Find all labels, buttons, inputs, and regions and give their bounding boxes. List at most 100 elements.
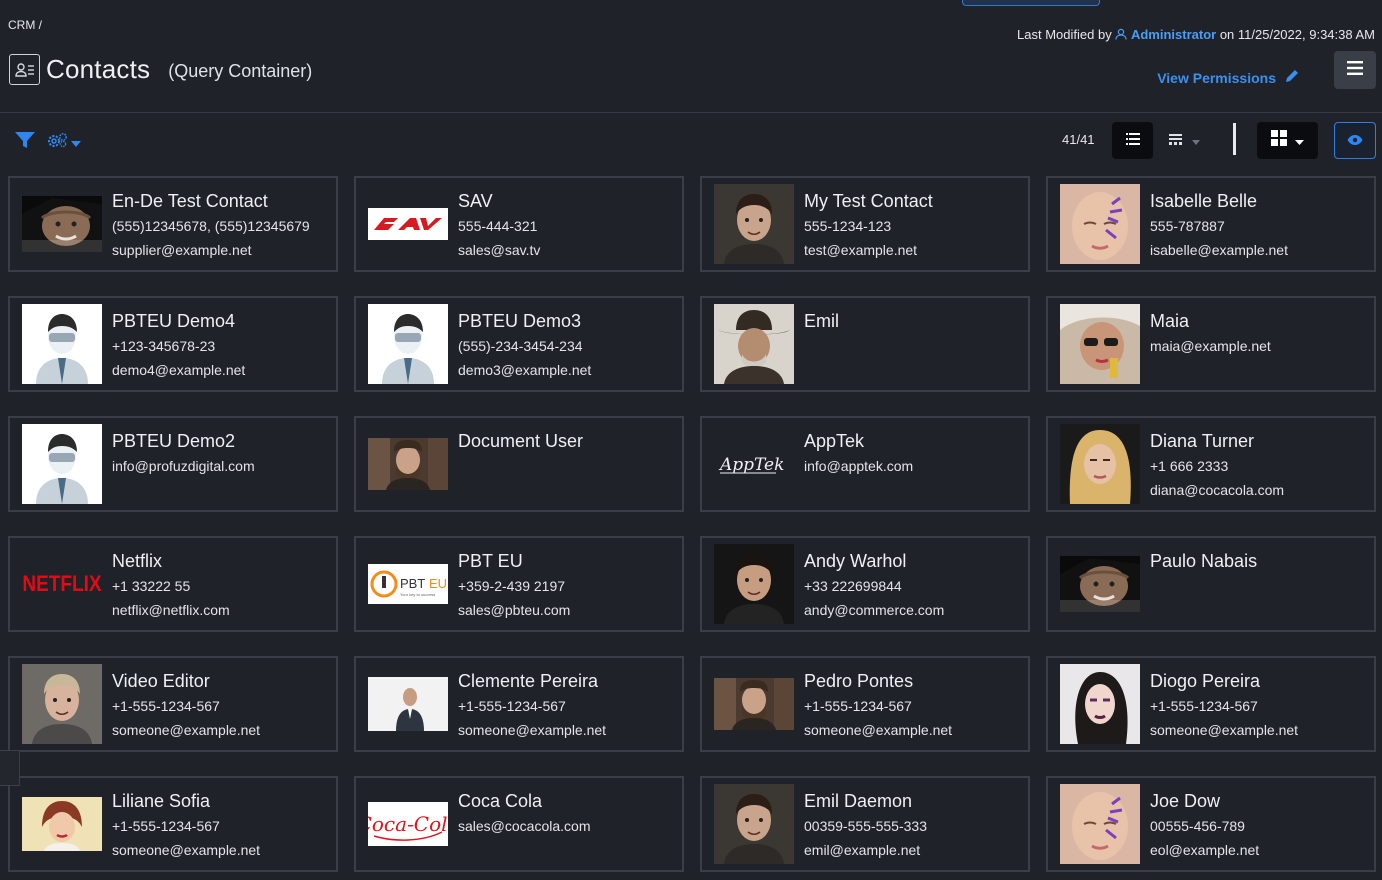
contact-avatar	[714, 664, 794, 744]
contact-avatar: NETFLIX	[22, 544, 102, 624]
settings-dropdown-button[interactable]	[46, 131, 81, 154]
contact-card[interactable]: Diogo Pereira +1-555-1234-567 someone@exam…	[1046, 656, 1376, 752]
hamburger-menu-button[interactable]	[1334, 51, 1376, 89]
gears-icon	[46, 131, 70, 154]
view-permissions-button[interactable]: View Permissions	[1157, 68, 1300, 87]
record-count: 41/41	[1062, 132, 1095, 147]
contact-email: sales@cocacola.com	[458, 818, 591, 834]
contact-info: PBTEU Demo2 info@profuzdigital.com	[112, 424, 255, 478]
user-icon	[1115, 28, 1127, 40]
contact-avatar	[1060, 424, 1140, 504]
last-modified-user-link[interactable]: Administrator	[1131, 27, 1216, 42]
pencil-icon	[1284, 68, 1300, 87]
contact-avatar	[1060, 304, 1140, 384]
contact-card[interactable]: Paulo Nabais	[1046, 536, 1376, 632]
contact-avatar	[22, 184, 102, 264]
contact-card[interactable]: Isabelle Belle 555-787887 isabelle@example…	[1046, 176, 1376, 272]
rows-view-dropdown[interactable]	[1163, 122, 1205, 159]
contact-card[interactable]: AppTek AppTek info@apptek.com	[700, 416, 1030, 512]
contact-email: someone@example.net	[112, 722, 261, 738]
contact-phone: (555)12345678, (555)12345679	[112, 218, 310, 234]
contact-card[interactable]: Diana Turner +1 666 2333 diana@cocacola.co…	[1046, 416, 1376, 512]
contact-email: info@apptek.com	[804, 458, 914, 474]
contact-card[interactable]: Joe Dow 00555-456-789 eol@example.net	[1046, 776, 1376, 872]
contact-avatar	[714, 304, 794, 384]
contact-avatar	[22, 664, 102, 744]
contact-email: someone@example.net	[1150, 722, 1299, 738]
contact-phone: +1 666 2333	[1150, 458, 1229, 474]
visibility-toggle-button[interactable]	[1334, 122, 1376, 159]
contact-name: En-De Test Contact	[112, 191, 268, 211]
contact-avatar	[714, 544, 794, 624]
top-tab-indicator	[962, 0, 1100, 6]
contact-card[interactable]: Video Editor +1-555-1234-567 someone@examp…	[8, 656, 338, 752]
contact-card[interactable]: Pedro Pontes +1-555-1234-567 someone@examp…	[700, 656, 1030, 752]
contact-name: PBTEU Demo3	[458, 311, 582, 331]
contact-card[interactable]: Emil Daemon 00359-555-555-333 emil@example…	[700, 776, 1030, 872]
contact-info: En-De Test Contact (555)12345678, (555)12…	[112, 184, 310, 262]
contact-card[interactable]: SAV 555-444-321 sales@sav.tv	[354, 176, 684, 272]
grid-view-dropdown[interactable]	[1257, 122, 1318, 159]
contact-avatar	[22, 304, 102, 384]
contact-email: andy@commerce.com	[804, 602, 945, 618]
contact-info: SAV 555-444-321 sales@sav.tv	[458, 184, 540, 262]
contact-email: supplier@example.net	[112, 242, 252, 258]
contact-name: Emil	[804, 311, 839, 331]
contact-card[interactable]: PBTEU Demo3 (555)-234-3454-234 demo3@examp…	[354, 296, 684, 392]
contact-card[interactable]: Document User	[354, 416, 684, 512]
grid-icon	[1271, 130, 1287, 151]
contact-phone: 555-444-321	[458, 218, 538, 234]
contact-phone: 555-787887	[1150, 218, 1225, 234]
contact-card[interactable]: Andy Warhol +33 222699844 andy@commerce.co…	[700, 536, 1030, 632]
contact-avatar	[368, 664, 448, 744]
list-view-button[interactable]	[1112, 122, 1153, 159]
contact-card[interactable]: Maia maia@example.net	[1046, 296, 1376, 392]
contact-card[interactable]: Coca-Cola Coca Cola sales@cocacola.com	[354, 776, 684, 872]
contact-card[interactable]: Liliane Sofia +1-555-1234-567 someone@exam…	[8, 776, 338, 872]
table-rows-icon	[1168, 132, 1182, 150]
contact-info: Emil Daemon 00359-555-555-333 emil@example…	[804, 784, 927, 862]
contact-card[interactable]: Emil	[700, 296, 1030, 392]
svg-text:Coca-Cola: Coca-Cola	[368, 812, 448, 836]
contact-name: Liliane Sofia	[112, 791, 211, 811]
contact-phone: +1 33222 55	[112, 578, 191, 594]
contact-card[interactable]: En-De Test Contact (555)12345678, (555)12…	[8, 176, 338, 272]
contact-name: Maia	[1150, 311, 1190, 331]
contact-name: Pedro Pontes	[804, 671, 914, 691]
contact-info: Paulo Nabais	[1150, 544, 1257, 572]
contact-info: PBTEU Demo3 (555)-234-3454-234 demo3@examp…	[458, 304, 591, 382]
toolbar-separator	[1233, 123, 1236, 155]
contact-card[interactable]: PBTEU Demo4 +123-345678-23 demo4@example.n…	[8, 296, 338, 392]
contact-phone: +1-555-1234-567	[112, 818, 220, 834]
svg-text:EU: EU	[429, 576, 447, 591]
contact-avatar: AppTek	[714, 424, 794, 504]
contact-avatar	[368, 424, 448, 504]
contact-info: Pedro Pontes +1-555-1234-567 someone@examp…	[804, 664, 952, 742]
contact-card[interactable]: My Test Contact 555-1234-123 test@example.…	[700, 176, 1030, 272]
filter-button[interactable]	[14, 131, 36, 154]
contact-name: Joe Dow	[1150, 791, 1221, 811]
svg-text:PBT: PBT	[400, 576, 425, 591]
contact-phone: 00359-555-555-333	[804, 818, 927, 834]
contact-info: Liliane Sofia +1-555-1234-567 someone@exam…	[112, 784, 260, 862]
contact-card-icon	[9, 54, 40, 85]
contact-phone: +1-555-1234-567	[112, 698, 220, 714]
contact-card[interactable]: PBT EU Your key to success PBT EU +359-2-…	[354, 536, 684, 632]
contact-email: sales@sav.tv	[458, 242, 541, 258]
contact-name: Coca Cola	[458, 791, 543, 811]
contact-phone: +1-555-1234-567	[804, 698, 912, 714]
contact-phone: +1-555-1234-567	[458, 698, 566, 714]
contact-info: Isabelle Belle 555-787887 isabelle@example…	[1150, 184, 1288, 262]
contact-card[interactable]: PBTEU Demo2 info@profuzdigital.com	[8, 416, 338, 512]
contact-card[interactable]: Clemente Pereira +1-555-1234-567 someone@e…	[354, 656, 684, 752]
contact-avatar: PBT EU Your key to success	[368, 544, 448, 624]
contact-email: emil@example.net	[804, 842, 921, 858]
side-panel-handle[interactable]	[0, 750, 20, 786]
page-header: Contacts (Query Container)	[9, 54, 312, 85]
contact-phone: +123-345678-23	[112, 338, 216, 354]
svg-text:Your key to success: Your key to success	[400, 592, 435, 597]
breadcrumb[interactable]: CRM /	[8, 18, 42, 32]
contact-card[interactable]: NETFLIX Netflix +1 33222 55 netflix@netfli…	[8, 536, 338, 632]
caret-down-icon	[1191, 132, 1200, 150]
contact-info: Joe Dow 00555-456-789 eol@example.net	[1150, 784, 1259, 862]
